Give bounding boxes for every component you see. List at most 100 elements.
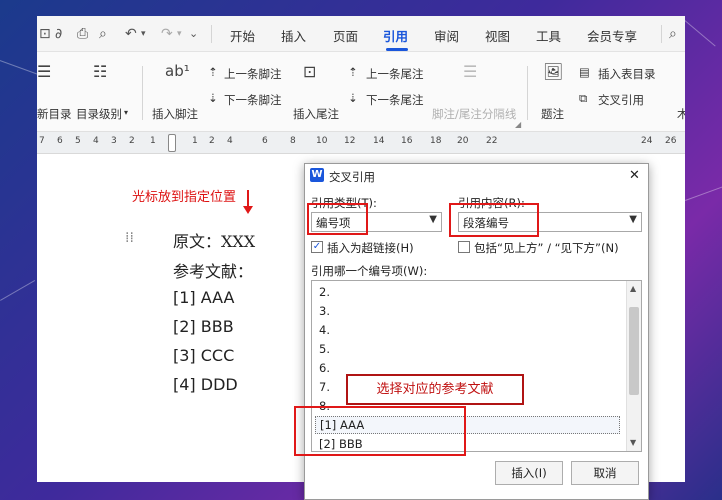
endnote-icon: ⊡ — [303, 62, 317, 81]
list-item[interactable]: 3. — [319, 304, 330, 318]
list-scrollbar[interactable]: ▲ ▼ — [626, 281, 641, 451]
list-item[interactable]: 6. — [319, 361, 330, 375]
tab-references[interactable]: 引用 — [383, 26, 408, 45]
dialog-launcher-icon[interactable]: ◢ — [515, 120, 521, 129]
cross-reference-button[interactable]: 交叉引用 — [598, 92, 644, 108]
footnote-icon: ab¹ — [165, 62, 190, 80]
toc-level-dropdown-icon[interactable]: ▾ — [124, 108, 128, 117]
tab-review[interactable]: 审阅 — [434, 26, 459, 45]
background-line — [684, 20, 716, 47]
more-ribbon-icon[interactable]: 木 — [677, 106, 685, 122]
tabbar-divider — [211, 25, 212, 43]
ruler-tick-label: 22 — [486, 136, 498, 146]
save-icon[interactable]: ⊡ — [39, 26, 51, 42]
close-icon[interactable]: ✕ — [629, 168, 640, 183]
doc-reference-item: [2] BBB — [173, 317, 234, 336]
cancel-button[interactable]: 取消 — [571, 461, 639, 485]
ruler-tick-label: 2 — [129, 136, 135, 146]
list-item[interactable]: 5. — [319, 342, 330, 356]
drag-handle-icon[interactable]: ⁞⁞ — [125, 230, 134, 246]
next-endnote-button[interactable]: 下一条尾注 — [366, 92, 424, 108]
scroll-thumb[interactable] — [629, 307, 639, 395]
background-line — [685, 186, 722, 201]
tab-member[interactable]: 会员专享 — [587, 26, 637, 45]
next-footnote-button[interactable]: 下一条脚注 — [224, 92, 282, 108]
list-item[interactable]: 2. — [319, 285, 330, 299]
select-hint-callout: 选择对应的参考文献 — [346, 374, 524, 405]
link-icon[interactable]: ∂ — [55, 26, 62, 42]
wps-logo-icon: W — [310, 168, 324, 182]
tab-tools[interactable]: 工具 — [536, 26, 561, 45]
ruler-tick-label: 26 — [665, 136, 677, 146]
scroll-up-icon[interactable]: ▲ — [630, 284, 636, 293]
doc-reference-item: [4] DDD — [173, 375, 238, 394]
redo-icon[interactable]: ↷ — [161, 26, 173, 42]
toc-level-button[interactable]: 目录级别 — [76, 106, 122, 122]
doc-reference-item: [1] AAA — [173, 288, 235, 307]
hyperlink-label: 插入为超链接(H) — [327, 241, 414, 255]
prev-footnote-button[interactable]: 上一条脚注 — [224, 66, 282, 82]
insert-endnote-button[interactable]: 插入尾注 — [293, 106, 339, 122]
ruler-tick-label: 16 — [401, 136, 413, 146]
ruler-tick-label: 6 — [262, 136, 268, 146]
ruler-tick-label: 20 — [457, 136, 469, 146]
ruler-tick-label: 1 — [192, 136, 198, 146]
ribbon-divider — [527, 66, 528, 120]
dialog-titlebar[interactable]: W 交叉引用 ✕ — [305, 164, 648, 188]
list-item[interactable]: 7. — [319, 380, 330, 394]
prev-endnote-button[interactable]: 上一条尾注 — [366, 66, 424, 82]
undo-icon[interactable]: ↶ — [125, 26, 137, 42]
next-footnote-icon: ⇣ — [208, 91, 218, 105]
toc-table-icon: ▤ — [579, 65, 590, 79]
tab-view[interactable]: 视图 — [485, 26, 510, 45]
ribbon-divider — [142, 66, 143, 120]
footnote-separator-button[interactable]: 脚注/尾注分隔线 — [432, 106, 516, 122]
customize-toolbar-icon[interactable]: ⌄ — [189, 27, 198, 40]
ruler-tick-label: 10 — [316, 136, 328, 146]
print-icon[interactable]: ⎙ — [77, 26, 88, 42]
hyperlink-checkbox[interactable]: ✓ — [311, 241, 323, 253]
insert-footnote-button[interactable]: 插入脚注 — [152, 106, 198, 122]
ruler-tick-label: 12 — [344, 136, 356, 146]
ruler-tick-label: 1 — [150, 136, 156, 146]
prev-endnote-icon: ⇡ — [348, 65, 358, 79]
chevron-down-icon: ▼ — [429, 214, 437, 225]
scroll-down-icon[interactable]: ▼ — [630, 438, 636, 447]
menu-tab-bar: ⊡ ∂ ⎙ ⌕ ↶ ▾ ↷ ▾ ⌄ 开始 插入 页面 引用 审阅 视图 工具 会… — [37, 16, 685, 52]
active-tab-indicator — [386, 48, 408, 51]
ruler-tick-label: 8 — [290, 136, 296, 146]
ruler-indent-marker[interactable] — [168, 134, 176, 152]
tab-home[interactable]: 开始 — [230, 26, 255, 45]
redo-dropdown-icon[interactable]: ▾ — [177, 29, 182, 39]
dialog-title: 交叉引用 — [329, 170, 375, 184]
ruler-tick-label: 7 — [39, 136, 45, 146]
ruler-tick-label: 4 — [227, 136, 233, 146]
ribbon-toolbar: ☰ 新目录 ☷ 目录级别 ▾ ab¹ 插入脚注 ⇡ 上一条脚注 ⇣ 下一条脚注 … — [37, 52, 685, 132]
ruler-tick-label: 14 — [373, 136, 385, 146]
tab-insert[interactable]: 插入 — [281, 26, 306, 45]
highlight-list-selection — [294, 406, 466, 456]
ruler-tick-label: 18 — [430, 136, 442, 146]
search-icon[interactable]: ⌕ — [669, 26, 677, 42]
caption-button[interactable]: 题注 — [541, 106, 564, 122]
cross-ref-icon: ⧉ — [579, 91, 588, 105]
undo-dropdown-icon[interactable]: ▾ — [141, 29, 146, 39]
above-below-label: 包括“见上方” / “见下方”(N) — [474, 241, 619, 255]
chevron-down-icon: ▼ — [629, 214, 637, 225]
toc-icon: ☰ — [37, 62, 52, 81]
list-item[interactable]: 4. — [319, 323, 330, 337]
insert-button[interactable]: 插入(I) — [495, 461, 563, 485]
tab-page[interactable]: 页面 — [333, 26, 358, 45]
next-endnote-icon: ⇣ — [348, 91, 358, 105]
highlight-ref-type — [307, 203, 368, 235]
background-line — [0, 280, 36, 301]
print-preview-icon[interactable]: ⌕ — [99, 26, 107, 42]
doc-reference-item: [3] CCC — [173, 346, 235, 365]
horizontal-ruler[interactable]: 7 6 5 4 3 2 1 1 2 4 6 8 10 12 14 16 18 2… — [37, 132, 685, 154]
new-toc-button[interactable]: 新目录 — [37, 106, 72, 122]
prev-footnote-icon: ⇡ — [208, 65, 218, 79]
ruler-tick-label: 6 — [57, 136, 63, 146]
insert-toc-table-button[interactable]: 插入表目录 — [598, 66, 656, 82]
above-below-checkbox[interactable] — [458, 241, 470, 253]
ruler-tick-label: 4 — [93, 136, 99, 146]
